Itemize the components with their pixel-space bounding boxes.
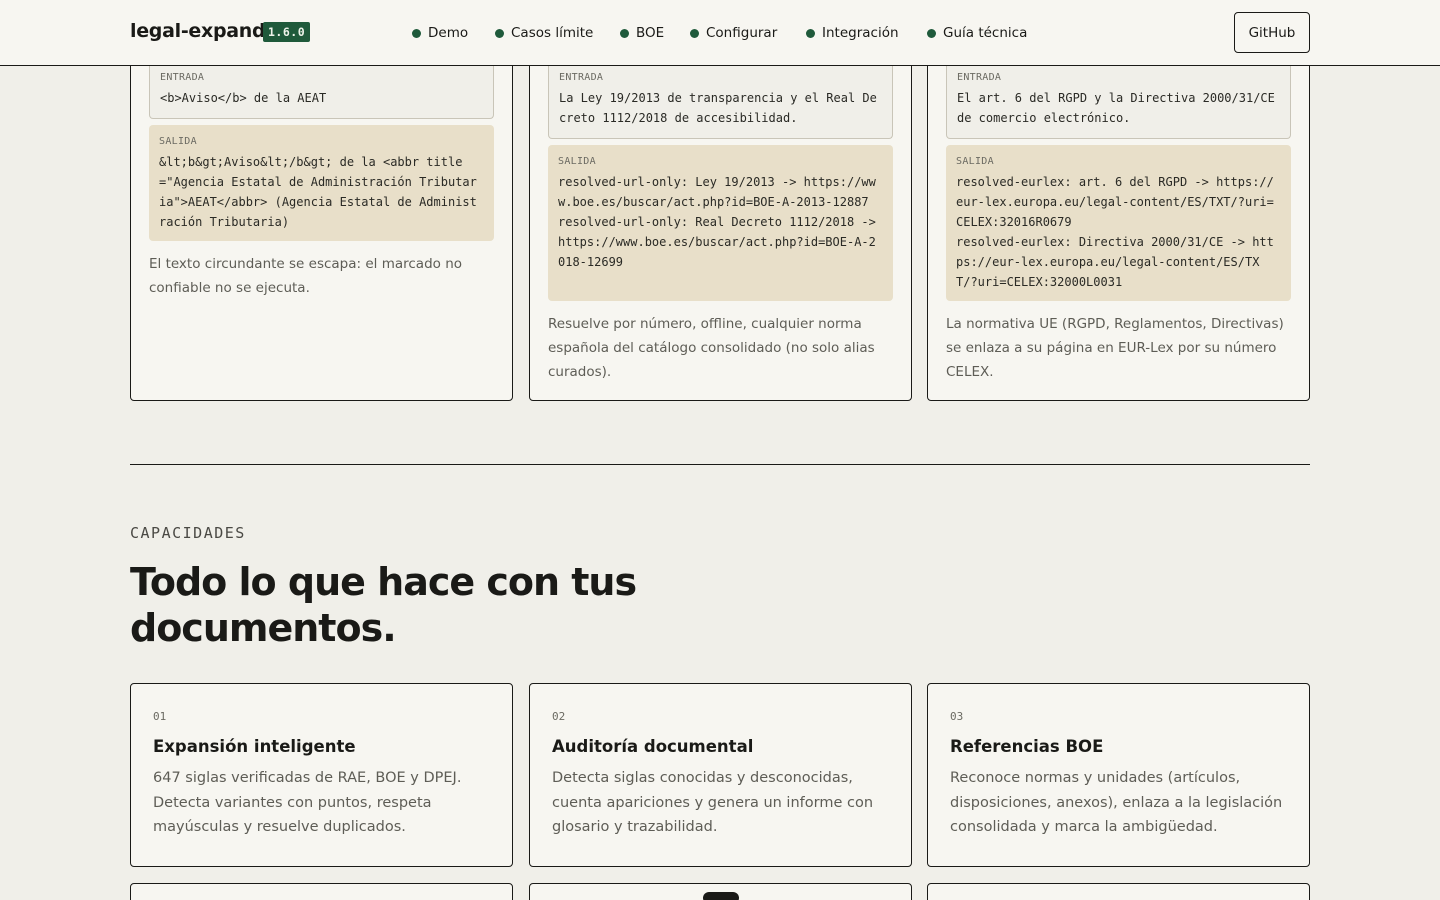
bullet-dot-icon (412, 28, 421, 38)
input-label: ENTRADA (559, 72, 604, 83)
example-card-3: ENTRADA El art. 6 del RGPD y la Directiv… (927, 40, 1310, 401)
feature-title: Auditoría documental (552, 737, 754, 756)
example-output-code: &lt;b&gt;Aviso&lt;/b&gt; de la <abbr tit… (159, 155, 477, 229)
brand-logo-text[interactable]: legal-expand (130, 20, 266, 42)
nav-item-guia-tecnica[interactable]: Guía técnica (927, 23, 1027, 43)
feature-text: Detecta siglas conocidas y desconocidas,… (552, 770, 874, 835)
example-card-1: ENTRADA <b>Aviso</b> de la AEAT SALIDA &… (130, 40, 513, 401)
version-badge: 1.6.0 (263, 22, 311, 42)
example-description: Resuelve por número, offline, cualquier … (548, 316, 875, 380)
feature-text: 647 siglas verificadas de RAE, BOE y DPE… (153, 770, 462, 835)
feature-title: Referencias BOE (950, 737, 1104, 756)
output-label: SALIDA (956, 156, 994, 167)
input-label: ENTRADA (957, 72, 1002, 83)
example-description: La normativa UE (RGPD, Reglamentos, Dire… (946, 316, 1284, 380)
nav-item-label: Casos límite (511, 25, 594, 41)
section-divider (130, 464, 1310, 465)
section-title: Todo lo que hace con tus documentos. (130, 560, 637, 650)
nav-item-label: BOE (636, 25, 665, 41)
feature-text: Reconoce normas y unidades (artículos, d… (950, 770, 1283, 835)
bullet-dot-icon (927, 28, 936, 38)
output-label: SALIDA (558, 156, 596, 167)
feature-number: 02 (552, 710, 566, 723)
bullet-dot-icon (495, 28, 504, 38)
top-navigation-bar: legal-expand 1.6.0 Demo Casos límite BOE… (0, 0, 1440, 66)
nav-item-label: Configurar (706, 25, 778, 41)
feature-title: Expansión inteligente (153, 737, 356, 756)
nav-item-label: Guía técnica (943, 25, 1028, 41)
example-output-code: resolved-url-only: Ley 19/2013 -> https:… (558, 175, 876, 269)
nav-item-demo[interactable]: Demo (412, 23, 468, 43)
feature-card-3: 03 Referencias BOE Reconoce normas y uni… (927, 683, 1310, 867)
nav-item-configurar[interactable]: Configurar (690, 23, 777, 43)
feature-number: 01 (153, 710, 167, 723)
card-pill-indicator (703, 892, 739, 900)
example-output-box: SALIDA resolved-url-only: Ley 19/2013 ->… (548, 145, 893, 301)
feature-card-4 (130, 883, 513, 900)
feature-card-1: 01 Expansión inteligente 647 siglas veri… (130, 683, 513, 867)
bullet-dot-icon (620, 28, 629, 38)
nav-item-label: Demo (428, 25, 469, 41)
bullet-dot-icon (806, 28, 815, 38)
example-input-box: ENTRADA La Ley 19/2013 de transparencia … (548, 66, 893, 139)
github-button[interactable]: GitHub (1234, 12, 1310, 53)
input-label: ENTRADA (160, 72, 205, 83)
example-output-code: resolved-eurlex: art. 6 del RGPD -> http… (956, 175, 1274, 289)
section-eyebrow: CAPACIDADES (130, 524, 246, 542)
nav-item-integracion[interactable]: Integración (806, 23, 899, 43)
example-output-box: SALIDA &lt;b&gt;Aviso&lt;/b&gt; de la <a… (149, 125, 494, 241)
example-input-box: ENTRADA <b>Aviso</b> de la AEAT (149, 66, 494, 119)
example-output-box: SALIDA resolved-eurlex: art. 6 del RGPD … (946, 145, 1291, 301)
example-input-code: <b>Aviso</b> de la AEAT (160, 91, 327, 105)
feature-number: 03 (950, 710, 964, 723)
example-card-2: ENTRADA La Ley 19/2013 de transparencia … (529, 40, 912, 401)
feature-card-6 (927, 883, 1310, 900)
nav-item-boe[interactable]: BOE (620, 23, 664, 43)
feature-card-5 (529, 883, 912, 900)
nav-item-label: Integración (822, 25, 899, 41)
output-label: SALIDA (159, 136, 197, 147)
feature-card-2: 02 Auditoría documental Detecta siglas c… (529, 683, 912, 867)
example-description: El texto circundante se escapa: el marca… (149, 256, 463, 296)
nav-item-casos-limite[interactable]: Casos límite (495, 23, 593, 43)
example-input-code: El art. 6 del RGPD y la Directiva 2000/3… (957, 91, 1283, 125)
example-input-code: La Ley 19/2013 de transparencia y el Rea… (559, 91, 877, 125)
bullet-dot-icon (690, 28, 699, 38)
example-input-box: ENTRADA El art. 6 del RGPD y la Directiv… (946, 66, 1291, 139)
